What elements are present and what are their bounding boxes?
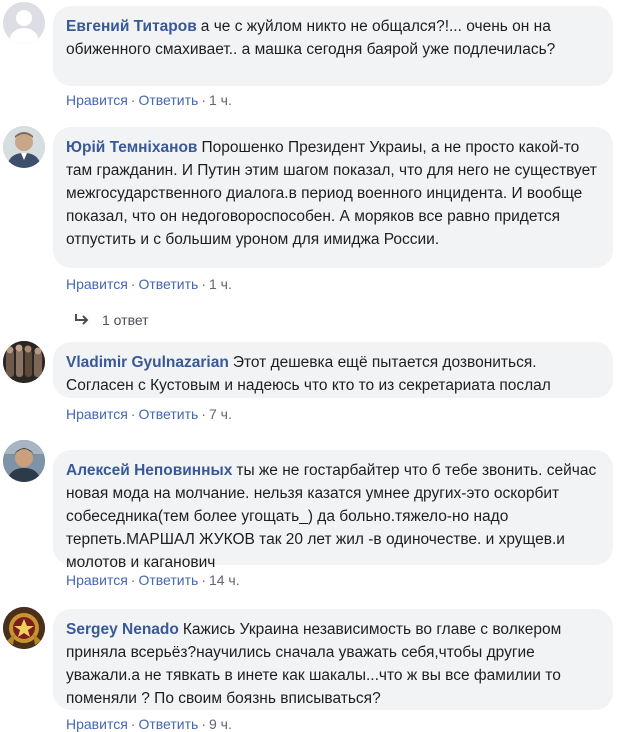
like-button[interactable]: Нравится bbox=[66, 276, 128, 292]
comment-actions: Нравится · Ответить · 14 ч. bbox=[66, 572, 240, 588]
reply-arrow-icon bbox=[74, 312, 90, 328]
comment-bubble: Vladimir Gyulnazarian Этот дешевка ещё пы… bbox=[53, 342, 613, 398]
separator: · bbox=[201, 92, 206, 108]
reply-button[interactable]: Ответить bbox=[138, 406, 198, 422]
emblem-avatar-icon bbox=[3, 607, 45, 649]
separator: · bbox=[201, 716, 206, 732]
separator: · bbox=[130, 716, 136, 732]
separator: · bbox=[130, 276, 136, 292]
reply-button[interactable]: Ответить bbox=[138, 716, 198, 732]
comment-author[interactable]: Алексей Неповинных bbox=[66, 462, 232, 479]
avatar[interactable] bbox=[3, 607, 45, 649]
comment-time[interactable]: 7 ч. bbox=[209, 406, 232, 422]
avatar[interactable] bbox=[3, 2, 45, 44]
like-button[interactable]: Нравится bbox=[66, 572, 128, 588]
like-button[interactable]: Нравится bbox=[66, 716, 128, 732]
comment-bubble: Евгений Титаров а че с жуйлом никто не об… bbox=[53, 6, 613, 86]
avatar[interactable] bbox=[3, 126, 45, 168]
separator: · bbox=[130, 92, 136, 108]
user-photo-icon bbox=[3, 126, 45, 168]
separator: · bbox=[130, 572, 136, 588]
comment-bubble: Алексей Неповинных ты же не гостарбайтер … bbox=[53, 450, 613, 571]
view-replies-link[interactable]: 1 ответ bbox=[74, 312, 149, 328]
comment-author[interactable]: Vladimir Gyulnazarian bbox=[66, 354, 229, 371]
reply-button[interactable]: Ответить bbox=[138, 572, 198, 588]
comment-bubble: Sergey Nenado Кажись Украина независимост… bbox=[53, 609, 613, 710]
separator: · bbox=[201, 276, 206, 292]
comment-author[interactable]: Sergey Nenado bbox=[66, 621, 179, 638]
reply-button[interactable]: Ответить bbox=[138, 92, 198, 108]
replies-count: 1 ответ bbox=[102, 312, 149, 328]
user-photo-icon bbox=[3, 341, 45, 383]
comment-actions: Нравится · Ответить · 9 ч. bbox=[66, 716, 232, 732]
separator: · bbox=[130, 406, 136, 422]
like-button[interactable]: Нравится bbox=[66, 406, 128, 422]
comment-time[interactable]: 1 ч. bbox=[209, 92, 232, 108]
comment-bubble: Юрій Темніханов Порошенко Президент Украи… bbox=[53, 127, 613, 268]
comment-time[interactable]: 1 ч. bbox=[209, 276, 232, 292]
comment-author[interactable]: Евгений Титаров bbox=[66, 18, 197, 35]
comment-author[interactable]: Юрій Темніханов bbox=[66, 139, 197, 156]
avatar[interactable] bbox=[3, 440, 45, 482]
comment-actions: Нравится · Ответить · 1 ч. bbox=[66, 276, 232, 292]
separator: · bbox=[201, 572, 206, 588]
default-avatar-icon bbox=[3, 2, 45, 44]
reply-button[interactable]: Ответить bbox=[138, 276, 198, 292]
avatar[interactable] bbox=[3, 341, 45, 383]
comment-actions: Нравится · Ответить · 7 ч. bbox=[66, 406, 232, 422]
comment-time[interactable]: 14 ч. bbox=[209, 572, 240, 588]
like-button[interactable]: Нравится bbox=[66, 92, 128, 108]
comment-time[interactable]: 9 ч. bbox=[209, 716, 232, 732]
comment-actions: Нравится · Ответить · 1 ч. bbox=[66, 92, 232, 108]
user-photo-icon bbox=[3, 440, 45, 482]
separator: · bbox=[201, 406, 206, 422]
